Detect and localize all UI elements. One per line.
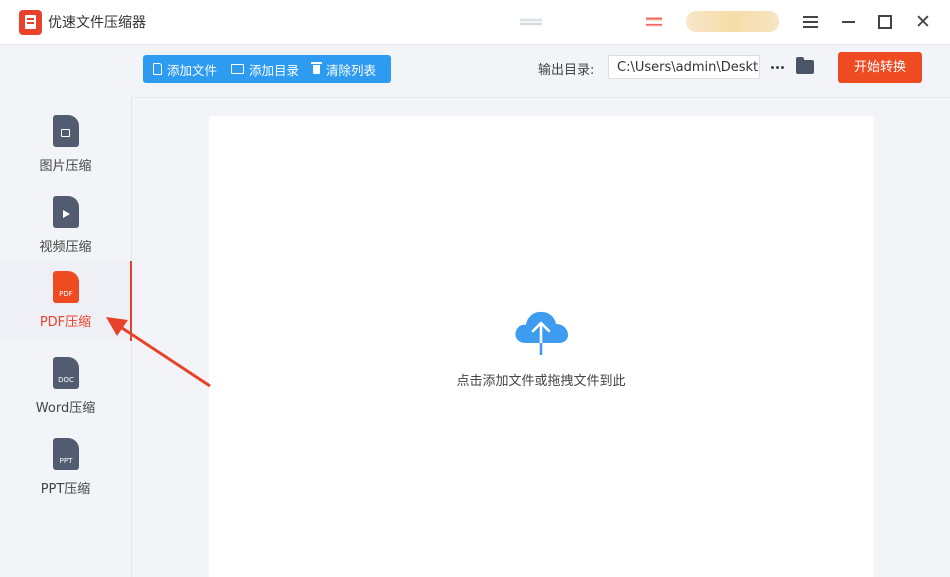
ppt-file-icon: PPT <box>53 438 79 470</box>
video-file-icon <box>53 196 79 228</box>
open-folder-icon[interactable] <box>796 57 814 74</box>
output-dir-label: 输出目录: <box>538 63 595 78</box>
app-logo-icon <box>19 10 42 35</box>
file-icon <box>153 63 162 75</box>
sidebar-item-label: Word压缩 <box>35 401 96 416</box>
clear-list-button[interactable]: 清除列表 <box>307 55 384 83</box>
menu-icon[interactable] <box>797 10 823 34</box>
folder-outline-icon <box>231 64 245 74</box>
drop-zone[interactable]: 点击添加文件或拖拽文件到此 <box>209 116 873 577</box>
add-file-button[interactable]: 添加文件 <box>143 55 225 83</box>
more-options-icon[interactable] <box>768 55 788 79</box>
title-bar: 优速文件压缩器 ✕ <box>0 0 950 45</box>
sidebar-item-image[interactable]: 图片压缩 <box>0 105 131 185</box>
maximize-icon[interactable] <box>872 10 898 34</box>
pdf-file-icon: PDF <box>53 271 79 303</box>
file-button-group: 添加文件 添加目录 清除列表 <box>143 55 391 83</box>
trash-icon <box>311 61 323 74</box>
app-title: 优速文件压缩器 <box>48 15 146 31</box>
sidebar-item-label: 图片压缩 <box>39 159 92 174</box>
blurred-region-icon <box>646 14 662 30</box>
cloud-upload-icon <box>515 311 568 355</box>
minimize-icon[interactable] <box>835 10 861 34</box>
annotation-arrow-icon <box>106 317 211 388</box>
image-file-icon <box>53 115 79 147</box>
blurred-account-badge[interactable] <box>686 11 779 32</box>
add-folder-button[interactable]: 添加目录 <box>225 55 307 83</box>
start-convert-button[interactable]: 开始转换 <box>838 52 922 83</box>
toolbar: 添加文件 添加目录 清除列表 输出目录: C:\Users\admin\Desk… <box>131 45 950 98</box>
close-icon[interactable]: ✕ <box>910 10 936 34</box>
output-dir-field[interactable]: C:\Users\admin\Desktop <box>608 55 760 79</box>
sidebar-item-label: 视频压缩 <box>39 240 92 255</box>
sidebar-item-ppt[interactable]: PPT PPT压缩 <box>0 428 131 508</box>
blurred-region-icon <box>520 13 542 31</box>
drop-hint-text: 点击添加文件或拖拽文件到此 <box>456 374 626 389</box>
doc-file-icon: DOC <box>53 357 79 389</box>
sidebar-item-label: PPT压缩 <box>40 482 91 497</box>
sidebar-item-video[interactable]: 视频压缩 <box>0 186 131 266</box>
